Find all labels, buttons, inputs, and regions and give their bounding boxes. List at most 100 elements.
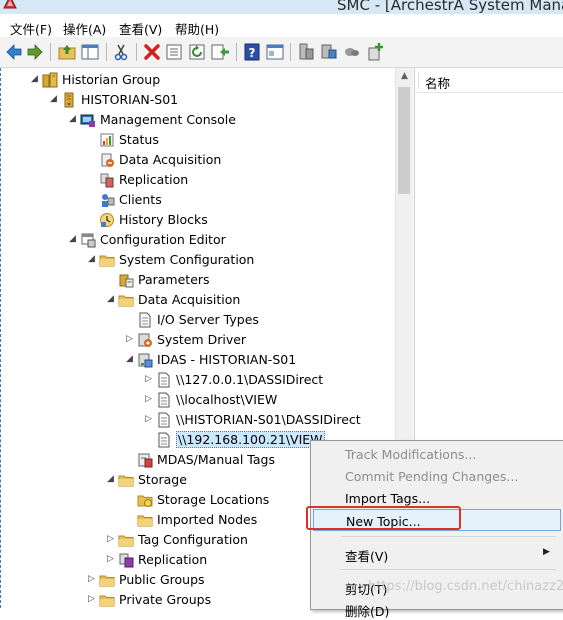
tree-item-label: Historian Group [62,72,161,87]
collapse-arrow-icon[interactable]: ◢ [125,355,134,364]
tree-item[interactable]: ▷ \\127.0.0.1\DASSIDirect [2,370,395,390]
column-header-name: 名称 [425,76,451,91]
collapse-arrow-icon[interactable]: ◢ [87,255,96,264]
tree-item[interactable]: ◢ Data Acquisition [2,290,395,310]
tree-item[interactable]: ◢ Configuration Editor [2,230,395,250]
properties-icon[interactable] [164,42,184,62]
tree-item-label: Tag Configuration [138,532,248,547]
refresh-icon[interactable] [187,42,207,62]
expand-arrow-icon[interactable]: ▷ [125,335,134,344]
show-hide-tree-icon[interactable] [80,42,100,62]
menu-view-submenu[interactable]: 查看(V) ▶ [313,542,561,564]
menu-item-label: Import Tags... [345,491,431,506]
help-icon[interactable]: ? [242,42,262,62]
collapse-arrow-icon[interactable]: ◢ [49,95,58,104]
menu-track-modifications[interactable]: Track Modifications... [313,443,561,465]
driver-icon [138,333,152,347]
expand-arrow-icon[interactable]: ▷ [106,535,115,544]
menu-item-label: Track Modifications... [345,447,477,462]
configuration-editor-icon [81,233,96,248]
server-icon [64,92,74,108]
collapse-arrow-icon[interactable]: ◢ [30,75,39,84]
folder-icon [99,255,115,267]
export-list-icon[interactable] [210,42,230,62]
delete-icon[interactable] [142,42,162,62]
menu-file[interactable]: 文件(F) [10,19,52,38]
cut-icon[interactable] [111,42,131,62]
column-header[interactable]: 名称 [415,68,563,93]
console-window-icon[interactable] [265,42,285,62]
menu-view[interactable]: 查看(V) [119,19,162,38]
tree-item-label: Replication [138,552,208,567]
link-icon[interactable] [342,42,362,62]
document-icon [158,432,170,448]
menu-cut[interactable]: 剪切(T) [313,575,561,597]
folder-icon [118,475,134,487]
tree-item[interactable]: Clients [2,190,395,210]
tree-item[interactable]: Replication [2,170,395,190]
status-icon [100,133,114,147]
tree-item-label: HISTORIAN-S01 [81,92,179,107]
menu-separator [341,569,556,570]
storage-locations-icon [137,495,153,507]
idas-icon [138,353,153,368]
new-item-icon[interactable] [365,42,385,62]
forward-arrow-icon[interactable] [25,42,45,62]
menu-help[interactable]: 帮助(H) [175,19,219,38]
back-arrow-icon[interactable] [4,42,24,62]
menu-delete[interactable]: 删除(D) [313,597,561,619]
tree-item[interactable]: ◢ IDAS - HISTORIAN-S01 [2,350,395,370]
server-action-icon[interactable] [296,42,316,62]
toolbar-separator [290,43,291,61]
tree-item[interactable]: Parameters [2,270,395,290]
up-folder-icon[interactable] [57,42,77,62]
scroll-thumb[interactable] [398,87,410,194]
tree-item[interactable]: I/O Server Types [2,310,395,330]
tree-item[interactable]: ◢ Historian Group [2,70,395,90]
scroll-up-arrow-icon[interactable]: ▲ [396,68,413,85]
tree-item-label: \\127.0.0.1\DASSIDirect [176,372,324,387]
tag-action-icon[interactable] [319,42,339,62]
replication-icon [100,173,114,188]
expand-arrow-icon[interactable]: ▷ [144,415,153,424]
tree-item[interactable]: Status [2,130,395,150]
tree-item[interactable]: ◢ Management Console [2,110,395,130]
parameters-icon [119,274,134,288]
tree-item-label: \\localhost\VIEW [176,392,278,407]
document-icon [139,312,151,328]
tree-item-label: Imported Nodes [157,512,258,527]
tree-item[interactable]: ▷ \\localhost\VIEW [2,390,395,410]
expand-arrow-icon[interactable]: ▷ [87,595,96,604]
tree-item-label: Configuration Editor [100,232,226,247]
tree-item-label: \\HISTORIAN-S01\DASSIDirect [176,412,361,427]
clients-icon [102,194,115,207]
collapse-arrow-icon[interactable]: ◢ [106,475,115,484]
toolbar-separator [236,43,237,61]
tree-item[interactable]: ▷ System Driver [2,330,395,350]
tree-item[interactable]: ◢ System Configuration [2,250,395,270]
menu-commit-pending-changes[interactable]: Commit Pending Changes... [313,465,561,487]
toolbar-separator [106,43,107,61]
collapse-arrow-icon[interactable]: ◢ [106,295,115,304]
expand-arrow-icon[interactable]: ▷ [87,575,96,584]
expand-arrow-icon[interactable]: ▷ [106,555,115,564]
toolbar-separator [50,43,51,61]
history-blocks-icon [100,213,114,227]
collapse-arrow-icon[interactable]: ◢ [68,235,77,244]
tree-item-label: Status [119,132,159,147]
tree-item[interactable]: Data Acquisition [2,150,395,170]
menu-action[interactable]: 操作(A) [63,19,106,38]
menu-item-label: 查看(V) [345,549,389,564]
collapse-arrow-icon[interactable]: ◢ [68,115,77,124]
tree-item[interactable]: ◢ HISTORIAN-S01 [2,90,395,110]
submenu-arrow-icon: ▶ [543,547,550,557]
toolbar-separator [136,43,137,61]
expand-arrow-icon[interactable]: ▷ [144,395,153,404]
menu-separator [341,536,556,537]
document-icon [158,392,170,408]
expand-arrow-icon[interactable]: ▷ [144,375,153,384]
tree-item-label: Storage [138,472,187,487]
menu-item-label: 剪切(T) [345,582,388,597]
tree-item[interactable]: ▷ \\HISTORIAN-S01\DASSIDirect [2,410,395,430]
tree-item[interactable]: History Blocks [2,210,395,230]
